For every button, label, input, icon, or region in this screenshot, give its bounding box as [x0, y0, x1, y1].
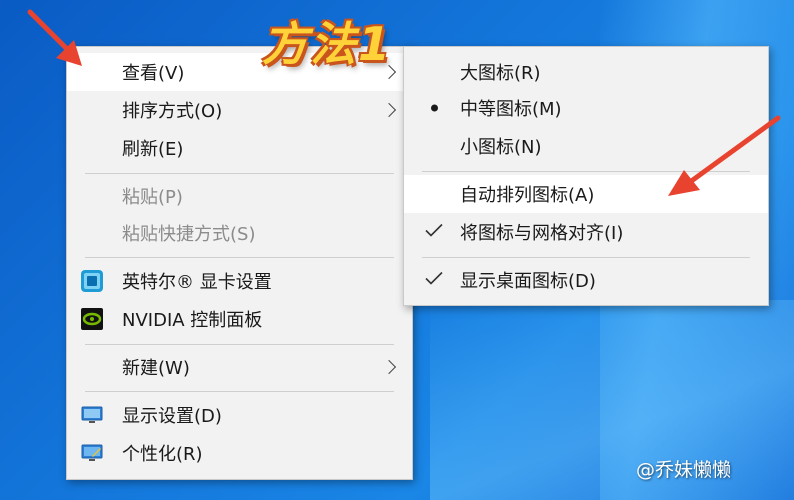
menu-item-label: 排序方式(O)	[122, 101, 223, 122]
submenu-item-align-to-grid[interactable]: 将图标与网格对齐(I)	[404, 213, 768, 251]
menu-item-label: 刷新(E)	[122, 139, 184, 160]
menu-item-sort[interactable]: 排序方式(O)	[67, 91, 412, 129]
menu-item-label: 显示设置(D)	[122, 406, 222, 427]
chevron-right-icon	[381, 102, 397, 118]
intel-graphics-icon	[80, 269, 104, 293]
menu-item-label: NVIDIA 控制面板	[122, 310, 263, 331]
chevron-right-icon	[381, 359, 397, 375]
menu-item-refresh[interactable]: 刷新(E)	[67, 129, 412, 167]
menu-item-label: 粘贴(P)	[122, 187, 183, 208]
desktop-context-menu: 查看(V) 排序方式(O) 刷新(E) 粘贴(P) 粘贴快捷方式(S) 英特尔®…	[66, 46, 413, 480]
watermark-text: @乔妹懒懒	[636, 459, 732, 481]
personalize-icon	[80, 441, 104, 465]
menu-separator	[422, 257, 750, 258]
menu-item-new[interactable]: 新建(W)	[67, 348, 412, 386]
menu-item-nvidia[interactable]: NVIDIA 控制面板	[67, 300, 412, 338]
wallpaper-light-beam	[430, 300, 794, 500]
display-settings-icon	[80, 403, 104, 427]
submenu-item-large-icons[interactable]: 大图标(R)	[404, 53, 768, 91]
bullet-dot-icon	[431, 104, 438, 112]
menu-item-label: 自动排列图标(A)	[460, 185, 595, 206]
menu-separator	[85, 344, 394, 345]
menu-item-intel-graphics[interactable]: 英特尔® 显卡设置	[67, 262, 412, 300]
menu-item-label: 大图标(R)	[460, 63, 541, 84]
menu-item-personalize[interactable]: 个性化(R)	[67, 434, 412, 472]
menu-item-label: 显示桌面图标(D)	[460, 271, 596, 292]
submenu-item-small-icons[interactable]: 小图标(N)	[404, 127, 768, 165]
submenu-item-show-desktop-icons[interactable]: 显示桌面图标(D)	[404, 261, 768, 299]
menu-item-label: 将图标与网格对齐(I)	[460, 223, 624, 244]
tutorial-step-title: 方法1	[262, 17, 393, 71]
menu-separator	[85, 257, 394, 258]
menu-separator	[85, 173, 394, 174]
menu-item-label: 小图标(N)	[460, 137, 542, 158]
nvidia-icon	[80, 307, 104, 331]
menu-item-label: 个性化(R)	[122, 444, 203, 465]
submenu-item-auto-arrange[interactable]: 自动排列图标(A)	[404, 175, 768, 213]
menu-item-paste[interactable]: 粘贴(P)	[67, 177, 412, 215]
checkmark-icon	[425, 222, 443, 243]
menu-item-label: 查看(V)	[122, 63, 185, 84]
menu-item-label: 新建(W)	[122, 358, 190, 379]
submenu-item-medium-icons[interactable]: 中等图标(M)	[404, 89, 768, 127]
menu-separator	[85, 391, 394, 392]
checkmark-icon	[425, 270, 443, 291]
menu-item-display-settings[interactable]: 显示设置(D)	[67, 396, 412, 434]
menu-item-paste-shortcut[interactable]: 粘贴快捷方式(S)	[67, 214, 412, 252]
menu-item-label: 中等图标(M)	[460, 99, 562, 120]
menu-item-label: 英特尔® 显卡设置	[122, 272, 272, 293]
menu-separator	[422, 171, 750, 172]
view-submenu: 大图标(R) 中等图标(M) 小图标(N) 自动排列图标(A) 将图标与网格对齐…	[403, 46, 769, 306]
menu-item-label: 粘贴快捷方式(S)	[122, 224, 256, 245]
